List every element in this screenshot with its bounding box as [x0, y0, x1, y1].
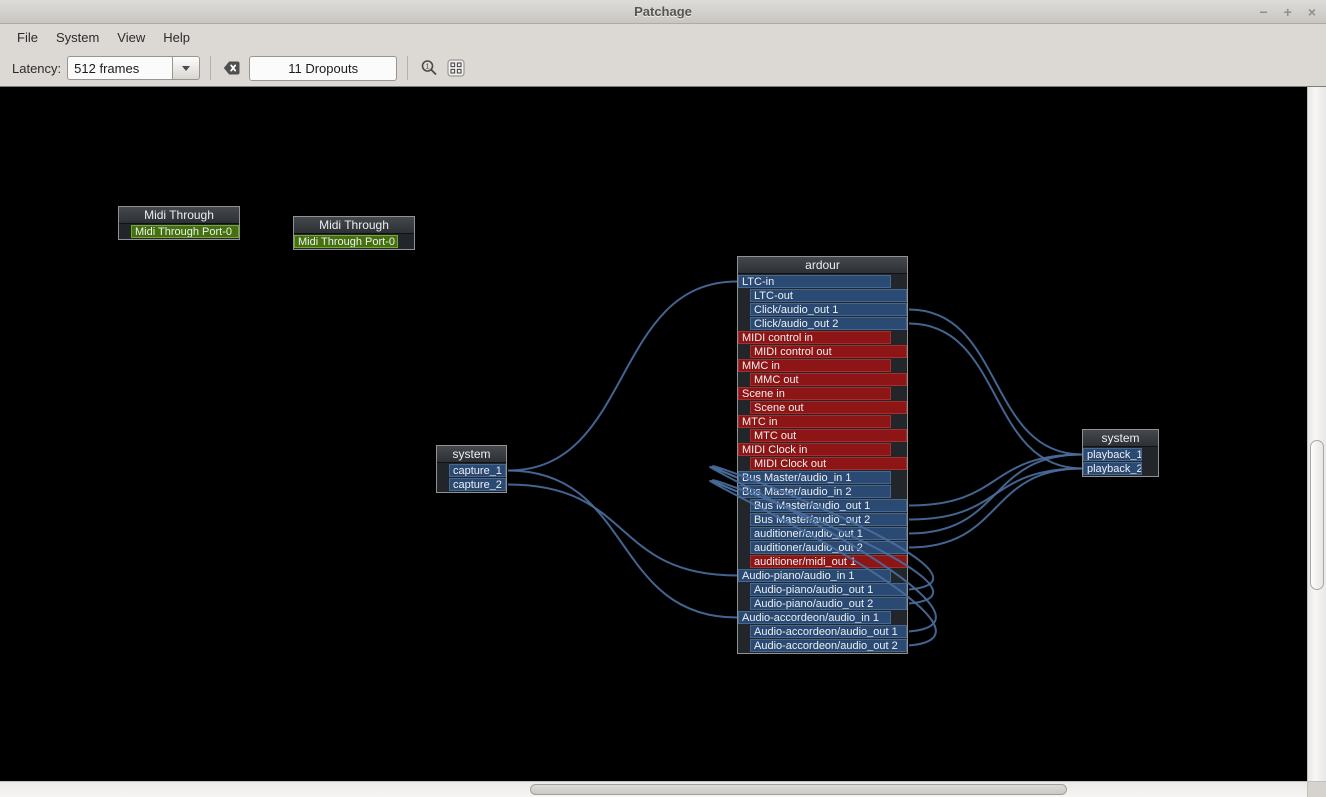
clear-dropouts-icon	[223, 60, 241, 76]
node-system-playback[interactable]: systemplayback_1playback_2	[1082, 429, 1159, 477]
minimize-button[interactable]: −	[1259, 0, 1267, 24]
toolbar-separator	[210, 56, 211, 80]
port-system-capture-capture-2[interactable]: capture_2	[449, 478, 506, 491]
vertical-scrollbar-thumb[interactable]	[1310, 440, 1324, 590]
node-title[interactable]: Midi Through	[119, 207, 239, 224]
title-bar[interactable]: Patchage − + ×	[0, 0, 1326, 24]
port-ardour-audio-piano-audio-in-1[interactable]: Audio-piano/audio_in 1	[738, 569, 891, 582]
port-ardour-audio-accordeon-audio-in-1[interactable]: Audio-accordeon/audio_in 1	[738, 611, 891, 624]
port-ardour-midi-control-out[interactable]: MIDI control out	[750, 345, 907, 358]
port-midi-through-out-midi-through-port-0[interactable]: Midi Through Port-0	[131, 225, 239, 238]
node-midi-through-out[interactable]: Midi ThroughMidi Through Port-0	[118, 206, 240, 240]
port-system-capture-capture-1[interactable]: capture_1	[449, 464, 506, 477]
port-ardour-audio-accordeon-audio-out-2[interactable]: Audio-accordeon/audio_out 2	[750, 639, 907, 652]
svg-text:1: 1	[426, 62, 430, 71]
port-ardour-audio-piano-audio-out-2[interactable]: Audio-piano/audio_out 2	[750, 597, 907, 610]
node-ardour[interactable]: ardourLTC-inLTC-outClick/audio_out 1Clic…	[737, 256, 908, 654]
port-ardour-midi-clock-out[interactable]: MIDI Clock out	[750, 457, 907, 470]
port-ardour-click-audio-out-2[interactable]: Click/audio_out 2	[750, 317, 907, 330]
connection-click-audio-out-1-to-playback-1[interactable]	[909, 310, 1082, 455]
port-ardour-audio-accordeon-audio-out-1[interactable]: Audio-accordeon/audio_out 1	[750, 625, 907, 638]
toolbar: Latency: 11 Dropouts 1	[0, 50, 1326, 87]
window-title: Patchage	[634, 4, 692, 19]
dropouts-counter-button[interactable]: 11 Dropouts	[249, 56, 397, 81]
port-ardour-mtc-in[interactable]: MTC in	[738, 415, 891, 428]
port-ardour-auditioner-audio-out-1[interactable]: auditioner/audio_out 1	[750, 527, 907, 540]
scrollbar-corner	[1307, 781, 1326, 797]
port-ardour-bus-master-audio-out-1[interactable]: Bus Master/audio_out 1	[750, 499, 907, 512]
connection-bus-master-audio-out-1-to-playback-1[interactable]	[909, 455, 1082, 506]
connection-capture-2-to-audio-piano-audio-in-1[interactable]	[508, 485, 737, 576]
node-title[interactable]: ardour	[738, 257, 907, 274]
zoom-fit-button[interactable]	[445, 57, 467, 79]
port-ardour-auditioner-midi-out-1[interactable]: auditioner/midi_out 1	[750, 555, 907, 568]
connection-capture-1-to-audio-accordeon-audio-in-1[interactable]	[508, 471, 737, 618]
maximize-button[interactable]: +	[1284, 0, 1292, 24]
port-ardour-audio-piano-audio-out-1[interactable]: Audio-piano/audio_out 1	[750, 583, 907, 596]
menu-file[interactable]: File	[8, 27, 47, 48]
chevron-down-icon	[182, 66, 190, 71]
port-ardour-auditioner-audio-out-2[interactable]: auditioner/audio_out 2	[750, 541, 907, 554]
node-title[interactable]: system	[437, 446, 506, 463]
node-system-capture[interactable]: systemcapture_1capture_2	[436, 445, 507, 493]
patchage-window: Patchage − + × File System View Help Lat…	[0, 0, 1326, 797]
port-ardour-scene-out[interactable]: Scene out	[750, 401, 907, 414]
dropouts-label: 11 Dropouts	[288, 61, 358, 76]
port-ardour-mmc-out[interactable]: MMC out	[750, 373, 907, 386]
port-ardour-scene-in[interactable]: Scene in	[738, 387, 891, 400]
port-ardour-ltc-in[interactable]: LTC-in	[738, 275, 891, 288]
port-ardour-bus-master-audio-in-1[interactable]: Bus Master/audio_in 1	[738, 471, 891, 484]
latency-input[interactable]	[67, 56, 173, 80]
port-ardour-bus-master-audio-out-2[interactable]: Bus Master/audio_out 2	[750, 513, 907, 526]
port-ardour-click-audio-out-1[interactable]: Click/audio_out 1	[750, 303, 907, 316]
menu-system[interactable]: System	[47, 27, 108, 48]
connection-auditioner-audio-out-1-to-playback-1[interactable]	[909, 455, 1082, 534]
node-midi-through-in[interactable]: Midi ThroughMidi Through Port-0	[293, 216, 415, 250]
port-ardour-midi-clock-in[interactable]: MIDI Clock in	[738, 443, 891, 456]
port-ardour-ltc-out[interactable]: LTC-out	[750, 289, 907, 302]
menu-bar: File System View Help	[0, 24, 1326, 50]
port-system-playback-playback-2[interactable]: playback_2	[1083, 462, 1142, 475]
connection-click-audio-out-2-to-playback-2[interactable]	[909, 324, 1082, 469]
toolbar-separator	[407, 56, 408, 80]
zoom-normal-icon: 1	[420, 59, 438, 77]
clear-dropouts-button[interactable]	[221, 57, 243, 79]
horizontal-scrollbar[interactable]	[0, 781, 1307, 797]
vertical-scrollbar[interactable]	[1307, 87, 1326, 781]
port-ardour-mmc-in[interactable]: MMC in	[738, 359, 891, 372]
connection-auditioner-audio-out-2-to-playback-2[interactable]	[909, 469, 1082, 548]
window-controls: − + ×	[1259, 0, 1316, 24]
horizontal-scrollbar-thumb[interactable]	[530, 784, 1067, 795]
connection-bus-master-audio-out-2-to-playback-2[interactable]	[909, 469, 1082, 520]
port-midi-through-in-midi-through-port-0[interactable]: Midi Through Port-0	[294, 235, 398, 248]
zoom-normal-button[interactable]: 1	[418, 57, 440, 79]
close-button[interactable]: ×	[1308, 0, 1316, 24]
menu-help[interactable]: Help	[154, 27, 199, 48]
menu-view[interactable]: View	[108, 27, 154, 48]
port-ardour-bus-master-audio-in-2[interactable]: Bus Master/audio_in 2	[738, 485, 891, 498]
port-ardour-mtc-out[interactable]: MTC out	[750, 429, 907, 442]
node-title[interactable]: Midi Through	[294, 217, 414, 234]
zoom-fit-icon	[447, 59, 465, 77]
node-title[interactable]: system	[1083, 430, 1158, 447]
port-ardour-midi-control-in[interactable]: MIDI control in	[738, 331, 891, 344]
port-system-playback-playback-1[interactable]: playback_1	[1083, 448, 1142, 461]
latency-dropdown-button[interactable]	[173, 56, 200, 80]
latency-label: Latency:	[12, 61, 61, 76]
patch-canvas[interactable]: Midi ThroughMidi Through Port-0Midi Thro…	[0, 87, 1307, 781]
connection-capture-1-to-ltc-in[interactable]	[508, 282, 737, 471]
